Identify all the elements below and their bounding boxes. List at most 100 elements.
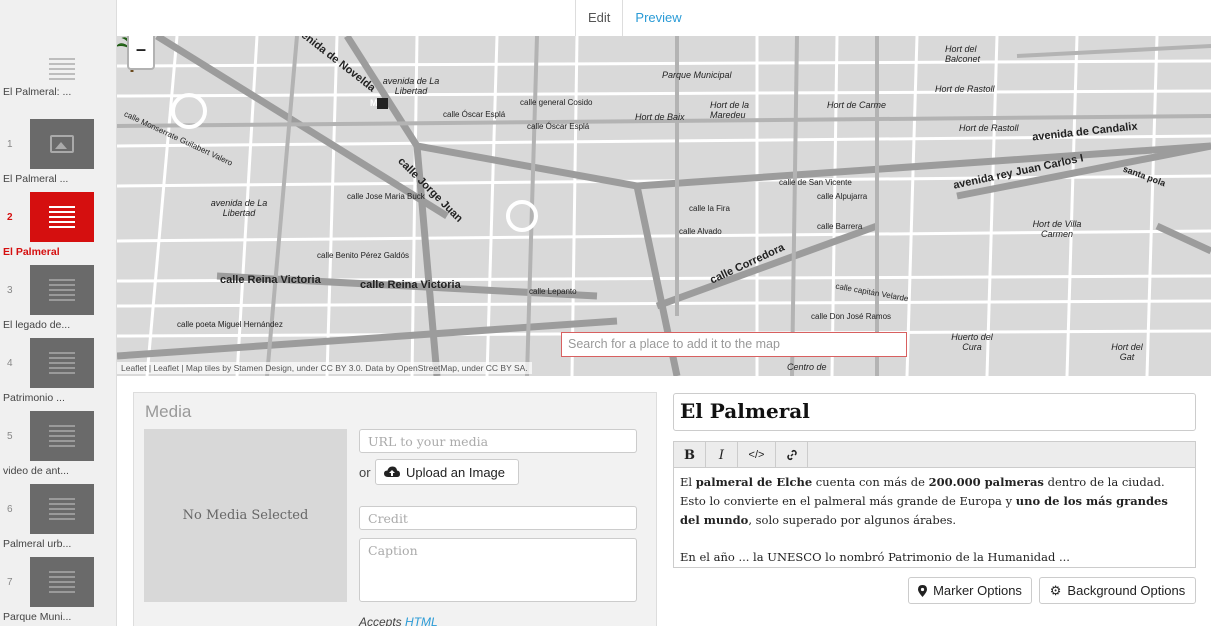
slide-3[interactable]: 3 El legado de... <box>0 265 116 337</box>
map-marker-icon <box>918 584 928 597</box>
slide-label: Palmeral urb... <box>3 538 72 550</box>
link-button[interactable] <box>776 442 808 468</box>
text-editor: B I </> El palmeral de Elche cuenta con … <box>673 441 1196 568</box>
upload-image-button[interactable]: Upload an Image <box>375 459 519 485</box>
slide-thumbnail <box>30 557 94 607</box>
headline-input[interactable]: El Palmeral <box>673 393 1196 431</box>
slide-thumbnail <box>30 192 94 242</box>
slide-label: El Palmeral: ... <box>3 86 72 98</box>
slide-1[interactable]: 1 El Palmeral ... <box>0 119 116 191</box>
map-label: Hort del Balconet <box>945 44 981 64</box>
slide-number: 5 <box>7 431 13 442</box>
paragraph-1: El palmeral de Elche cuenta con más de 2… <box>680 473 1189 530</box>
slide-thumbnail <box>30 119 94 169</box>
background-options-button[interactable]: ⚙ Background Options <box>1039 577 1196 604</box>
text-run: El <box>680 475 696 489</box>
map-label: Hort de Rastoll <box>959 123 1019 133</box>
text-run: cuenta con más de <box>812 475 929 489</box>
map-label: Hort de Baix <box>635 112 685 122</box>
map-label: calle Óscar Esplá <box>443 110 506 119</box>
map-label: calle Don José Ramos <box>811 312 892 321</box>
caption-textarea[interactable]: Caption <box>359 538 637 602</box>
zoom-out-button[interactable]: – <box>127 36 155 70</box>
accepts-text: Accepts <box>359 615 402 626</box>
slide-number: 4 <box>7 358 13 369</box>
lines-icon <box>49 58 75 80</box>
accepts-note: Accepts HTML <box>359 615 438 626</box>
metro-icon: M <box>370 98 378 108</box>
slide-4[interactable]: 4 Patrimonio ... <box>0 338 116 410</box>
cloud-upload-icon <box>384 466 400 477</box>
upload-label: Upload an Image <box>406 464 506 480</box>
slide-number: 7 <box>7 577 13 588</box>
slide-number: 1 <box>7 139 13 150</box>
mode-tabs: Edit Preview <box>575 0 694 36</box>
slide-number: 6 <box>7 504 13 515</box>
map-label: Centro de <box>787 362 827 372</box>
map-label: calle Alvado <box>679 227 722 236</box>
slide-label: El legado de... <box>3 319 71 331</box>
media-url-input[interactable]: URL to your media <box>359 429 637 453</box>
editor-toolbar: B I </> <box>674 442 1195 468</box>
slide-thumbnail <box>30 484 94 534</box>
lines-icon <box>49 498 75 520</box>
map-label: calle la Fira <box>689 204 730 213</box>
map-label: calle Reina Victoria <box>220 274 321 286</box>
bold-button[interactable]: B <box>674 442 706 468</box>
italic-button[interactable]: I <box>706 442 738 468</box>
media-panel: Media No Media Selected URL to your medi… <box>133 392 657 626</box>
media-preview: No Media Selected <box>144 429 347 602</box>
slide-title[interactable]: El Palmeral: ... <box>0 44 116 116</box>
slide-number: 3 <box>7 285 13 296</box>
text-run-bold: palmeral de Elche <box>695 475 813 489</box>
slide-label: Patrimonio ... <box>3 392 65 404</box>
slide-7[interactable]: 7 Parque Muni... <box>0 557 116 626</box>
map-label: Hort de la Maredeu <box>710 100 750 120</box>
paragraph-2: En el año ... la UNESCO lo nombró Patrim… <box>680 550 1070 564</box>
map-label: calle Óscar Esplá <box>527 122 590 131</box>
slide-number: 2 <box>7 212 13 223</box>
map-label: calle Reina Victoria <box>360 279 461 291</box>
slide-label: Parque Muni... <box>3 611 72 623</box>
map-label: calle Jose Maria Buck <box>347 192 425 201</box>
map-label: Hort de Villa Carmen <box>1032 219 1082 239</box>
map-label: calle poeta Miguel Hernández <box>177 320 283 329</box>
media-placeholder-text: No Media Selected <box>182 508 309 523</box>
lines-icon <box>49 279 75 301</box>
tab-preview[interactable]: Preview <box>623 0 693 36</box>
link-icon <box>786 449 797 461</box>
image-icon <box>50 135 74 153</box>
html-link[interactable]: HTML <box>405 615 438 626</box>
map-label: avenida de La Libertad <box>382 76 440 96</box>
map-label: Parque Municipal <box>662 70 732 80</box>
map-label: calle Barrera <box>817 222 863 231</box>
map-view[interactable]: M avenida de Novelda avenida de La Liber… <box>117 36 1211 376</box>
lines-icon <box>49 425 75 447</box>
slide-2[interactable]: 2 El Palmeral <box>0 192 116 264</box>
editor-body[interactable]: El palmeral de Elche cuenta con más de 2… <box>674 468 1195 567</box>
map-label: Hort de Rastoll <box>935 84 995 94</box>
slide-5[interactable]: 5 video de ant... <box>0 411 116 483</box>
media-title: Media <box>145 402 192 421</box>
map-label: calle de San Vicente <box>779 178 852 187</box>
tab-edit[interactable]: Edit <box>575 0 624 36</box>
map-label: calle general Cosido <box>520 98 593 107</box>
or-text: or <box>359 465 371 480</box>
text-run: , solo superado por algunos árabes. <box>748 513 957 527</box>
storymap-editor: El Palmeral: ... 1 El Palmeral ... 2 El … <box>0 0 1211 626</box>
credit-input[interactable]: Credit <box>359 506 637 530</box>
map-label: Hort de Carme <box>827 100 887 110</box>
slide-label: video de ant... <box>3 465 69 477</box>
slide-sidebar: El Palmeral: ... 1 El Palmeral ... 2 El … <box>0 0 117 626</box>
lines-icon <box>49 206 75 228</box>
slide-thumbnail <box>30 411 94 461</box>
map-search-input[interactable]: Search for a place to add it to the map <box>561 332 907 357</box>
slide-6[interactable]: 6 Palmeral urb... <box>0 484 116 556</box>
slide-label: El Palmeral ... <box>3 173 69 185</box>
lines-icon <box>49 571 75 593</box>
map-label: calle Benito Pérez Galdós <box>317 251 410 260</box>
html-source-button[interactable]: </> <box>738 442 776 468</box>
map-label: Huerto del Cura <box>951 332 993 352</box>
marker-options-button[interactable]: Marker Options <box>908 577 1032 604</box>
slide-thumbnail <box>30 265 94 315</box>
